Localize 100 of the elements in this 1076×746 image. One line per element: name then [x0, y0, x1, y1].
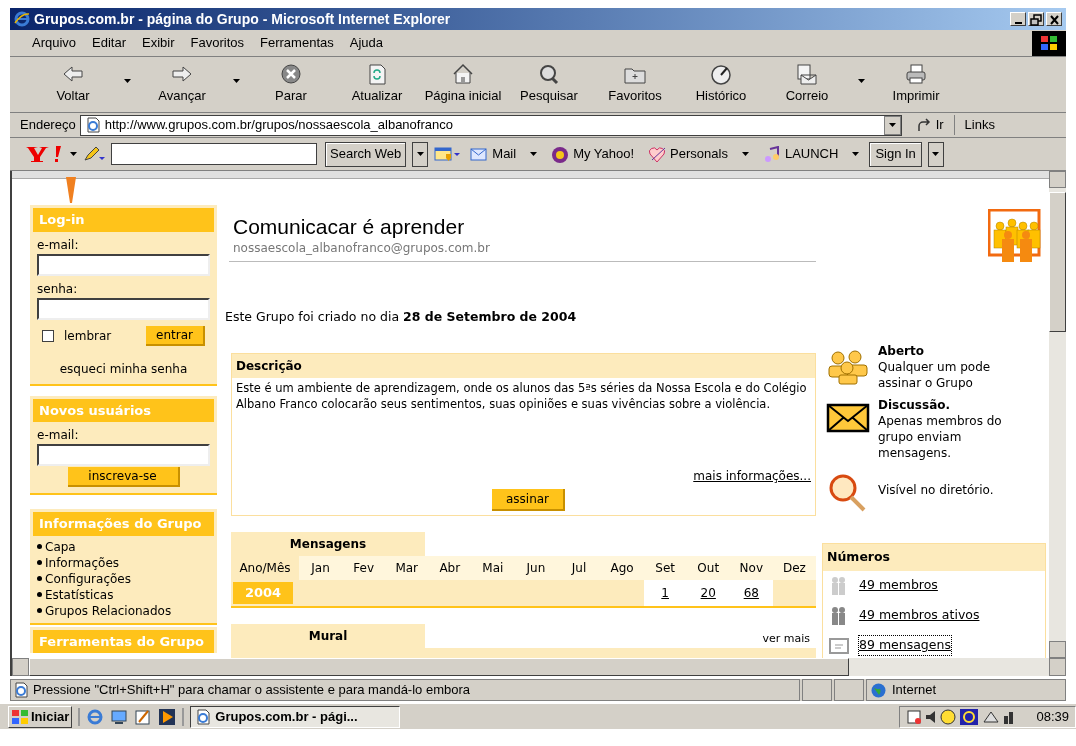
- toolbar-link[interactable]: My Yahoo!: [547, 144, 639, 164]
- music-note-icon: [762, 145, 781, 163]
- toolbar-link[interactable]: LAUNCH: [758, 144, 843, 164]
- pencil-icon: [83, 146, 105, 162]
- table-header-cell: Out: [686, 555, 730, 580]
- taskbar-button[interactable]: Grupos.com.br - pági...: [190, 705, 401, 728]
- security-zone-text: Internet: [892, 681, 937, 700]
- toolbar-button[interactable]: Avançar: [139, 58, 225, 111]
- magnifier-icon: [828, 473, 868, 513]
- table-header-cell: Set: [643, 555, 687, 580]
- table-header-cell: Ano/Mês: [231, 555, 299, 580]
- ie-logo-icon: [14, 11, 30, 27]
- feature-title: Aberto: [878, 343, 925, 359]
- my-badge-icon: [551, 145, 570, 163]
- toolbar-link[interactable]: Personals: [644, 144, 732, 164]
- vertical-scrollbar[interactable]: [1049, 171, 1066, 658]
- input-field[interactable]: [37, 253, 210, 276]
- field-label: e-mail:: [36, 427, 80, 444]
- info-link[interactable]: Configurações: [45, 570, 131, 587]
- menu-item[interactable]: Editar: [84, 33, 135, 53]
- table-header-cell: Ago: [600, 555, 644, 580]
- toolbar-button[interactable]: Imprimir: [873, 58, 959, 111]
- group-email: nossaescola_albanofranco@grupos.com.br: [233, 240, 491, 257]
- quick-launch-button[interactable]: [134, 707, 153, 726]
- checkbox-label: lembrar: [64, 327, 112, 345]
- toolbar-button[interactable]: Página inicial: [420, 58, 506, 111]
- panel-heading: Log-in: [33, 208, 214, 232]
- search-dropdown-button[interactable]: [412, 141, 429, 167]
- table-header-cell: Jun: [514, 555, 558, 580]
- status-pane: [834, 679, 864, 701]
- page-icon: [13, 682, 29, 698]
- sign-in-button[interactable]: Sign In: [869, 141, 922, 167]
- menu-item[interactable]: Exibir: [134, 33, 183, 53]
- message-count-link[interactable]: 1: [661, 583, 669, 602]
- menu-item[interactable]: Arquivo: [24, 33, 85, 53]
- stats-link[interactable]: 49 membros ativos: [859, 606, 980, 626]
- toolbar-button[interactable]: Histórico: [678, 58, 764, 111]
- table-header-cell: Abr: [428, 555, 472, 580]
- window-shield-icon: [434, 146, 461, 162]
- close-button[interactable]: [1046, 12, 1062, 26]
- clock-text: 08:39: [1036, 707, 1069, 726]
- menu-item[interactable]: Ajuda: [341, 33, 391, 53]
- pencil-icon: [134, 707, 153, 726]
- stats-link[interactable]: 89 mensagens: [859, 636, 951, 656]
- input-field[interactable]: [37, 444, 210, 466]
- quick-launch-button[interactable]: [158, 707, 177, 726]
- menu-item[interactable]: Ferramentas: [252, 33, 342, 53]
- go-button[interactable]: Ir: [905, 115, 955, 135]
- restore-button[interactable]: [1028, 12, 1044, 26]
- restore-icon: [1029, 12, 1043, 26]
- remember-checkbox[interactable]: [42, 329, 54, 342]
- enter-button[interactable]: entrar: [146, 325, 205, 346]
- toolbar-link[interactable]: Mail: [466, 144, 521, 164]
- links-button[interactable]: Links: [958, 115, 995, 135]
- field-label: e-mail:: [36, 236, 80, 254]
- toolbar-button[interactable]: Voltar: [30, 58, 116, 111]
- minimize-button[interactable]: [1010, 12, 1026, 26]
- people-icon: [828, 349, 868, 385]
- input-field[interactable]: [37, 297, 210, 320]
- address-field[interactable]: http://www.grupos.com.br/grupos/nossaescola_albanofranco: [79, 114, 902, 136]
- search-icon: [537, 63, 561, 87]
- status-text: Pressione "Ctrl+Shift+H" para chamar o assistente e para mandá-lo embora: [33, 681, 470, 700]
- start-button[interactable]: Iniciar: [8, 705, 73, 728]
- sign-in-dropdown-button[interactable]: [927, 141, 944, 167]
- dropdown-arrow-icon: [888, 123, 896, 127]
- forgot-password-link[interactable]: esqueci minha senha: [30, 359, 217, 378]
- table-header-cell: Dez: [772, 555, 816, 580]
- stop-icon: [279, 63, 303, 87]
- toolbar-button[interactable]: Favoritos: [592, 58, 678, 111]
- panel-heading: Informações do Grupo: [33, 512, 214, 536]
- subscribe-button[interactable]: assinar: [491, 488, 566, 511]
- panel-heading: Números: [823, 544, 1045, 571]
- search-web-button[interactable]: Search Web: [325, 141, 407, 167]
- toolbar-button[interactable]: Correio: [764, 58, 850, 111]
- windows-logo-icon: [11, 708, 29, 725]
- horizontal-scrollbar[interactable]: [10, 658, 1066, 676]
- menu-item[interactable]: Favoritos: [182, 33, 253, 53]
- printer-icon: [904, 63, 928, 87]
- clock-icon: [709, 63, 733, 87]
- info-link[interactable]: Capa: [45, 538, 76, 555]
- info-link[interactable]: Estatísticas: [45, 586, 114, 603]
- more-info-link[interactable]: mais informações...: [693, 466, 811, 485]
- toolbar-button[interactable]: Pesquisar: [506, 58, 592, 111]
- panel-heading: Descrição: [232, 353, 815, 378]
- quick-launch-button[interactable]: [110, 707, 129, 726]
- group-title: Comunicacar é aprender: [233, 215, 466, 239]
- globe-icon: [871, 682, 886, 698]
- stats-link[interactable]: 49 membros: [859, 576, 938, 596]
- search-field[interactable]: [111, 143, 317, 165]
- info-link[interactable]: Grupos Relacionados: [45, 602, 172, 619]
- toolbar-button[interactable]: Parar: [248, 58, 334, 111]
- toolbar-button[interactable]: Atualizar: [334, 58, 420, 111]
- see-more-link[interactable]: ver mais: [762, 631, 816, 648]
- subscribe-button[interactable]: inscreva-se: [67, 467, 180, 487]
- table-heading: Mensagens: [231, 531, 425, 556]
- minimize-icon: [1014, 21, 1022, 24]
- home-icon: [451, 63, 475, 87]
- info-link[interactable]: Informações: [45, 554, 120, 571]
- feature-title: Discussão.: [878, 397, 952, 413]
- creation-date-text: Este Grupo foi criado no dia 28 de Setembro de 2004: [225, 308, 578, 326]
